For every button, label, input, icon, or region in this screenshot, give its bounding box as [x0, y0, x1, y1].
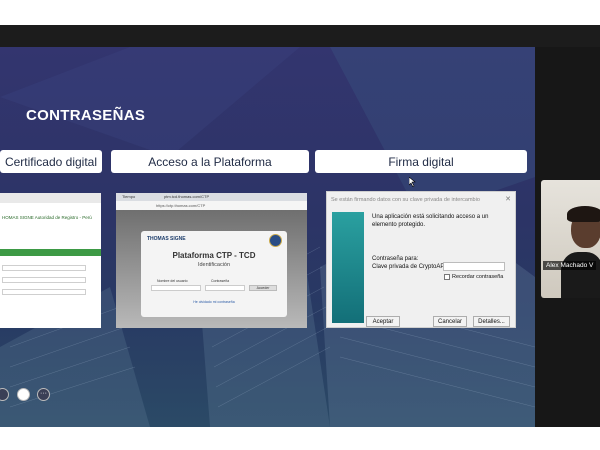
more-options-icon[interactable]: ···: [37, 388, 50, 401]
details-button[interactable]: Detalles...: [473, 316, 510, 327]
remember-checkbox[interactable]: [444, 274, 450, 280]
user-label: Nombre del usuario: [157, 279, 188, 283]
browser-toolbar: https://ctp.thomas.com/CTP: [116, 201, 307, 210]
cert-field-1: [2, 265, 86, 271]
brand-logo: THOMAS SIGNE: [147, 236, 186, 242]
green-bar: [0, 249, 101, 256]
browser-tabbar: Tiempo ptm.tcd.thomas.com/CTP: [116, 193, 307, 201]
password-for-label: Contraseña para:: [372, 256, 419, 262]
password-input[interactable]: [205, 285, 245, 291]
user-input[interactable]: [151, 285, 201, 291]
dialog-message: Una aplicación está solicitando acceso a…: [372, 214, 489, 229]
platform-subtitle: Identificación: [197, 262, 231, 268]
password-label: Contraseña: [211, 279, 230, 283]
participant-hair: [567, 206, 600, 222]
accept-button[interactable]: Aceptar: [366, 316, 400, 327]
dialog-graphic: [332, 212, 364, 323]
dialog-password-input[interactable]: [443, 262, 505, 271]
column-header-signature: Firma digital: [315, 150, 527, 173]
close-icon[interactable]: ✕: [505, 195, 511, 203]
seal-icon: [269, 234, 282, 247]
participant-shirt: [561, 252, 600, 298]
participant-video[interactable]: [541, 180, 600, 298]
login-button[interactable]: Acceder: [249, 285, 277, 291]
participant-name-tag: Alex Machado V: [543, 261, 597, 270]
cancel-button[interactable]: Cancelar: [433, 316, 467, 327]
browser-tab-2: ptm.tcd.thomas.com/CTP: [164, 194, 210, 199]
platform-title: Plataforma CTP - TCD: [172, 251, 256, 260]
platform-screenshot: Tiempo ptm.tcd.thomas.com/CTP https://ct…: [116, 193, 307, 328]
mouse-cursor-icon: [409, 177, 416, 187]
forgot-password-link[interactable]: He olvidado mi contraseña: [141, 300, 287, 304]
camera-icon[interactable]: [17, 388, 30, 401]
login-card: THOMAS SIGNE Plataforma CTP - TCD Identi…: [141, 231, 287, 317]
key-label: Clave privada de CryptoAP: [372, 264, 445, 270]
column-header-platform: Acceso a la Plataforma: [111, 150, 309, 173]
column-header-certificate: Certificado digital: [0, 150, 102, 173]
signature-dialog: Se están firmando datos con su clave pri…: [326, 191, 516, 328]
dialog-title: Se están firmando datos con su clave pri…: [331, 197, 480, 203]
browser-tab-1: Tiempo: [122, 194, 136, 199]
certificate-screenshot: HOMAS SIGNE Autoridad de Registro - Perú: [0, 193, 101, 328]
cert-field-3: [2, 289, 86, 295]
screen: CONTRASEÑAS Certificado digital Acceso a…: [0, 0, 600, 450]
cert-field-2: [2, 277, 86, 283]
remember-label: Recordar contraseña: [452, 274, 504, 280]
slide-title: CONTRASEÑAS: [26, 107, 146, 124]
cert-header-text: HOMAS SIGNE Autoridad de Registro - Perú: [2, 215, 92, 220]
meeting-window: CONTRASEÑAS Certificado digital Acceso a…: [0, 25, 600, 427]
address-bar: https://ctp.thomas.com/CTP: [156, 203, 206, 208]
